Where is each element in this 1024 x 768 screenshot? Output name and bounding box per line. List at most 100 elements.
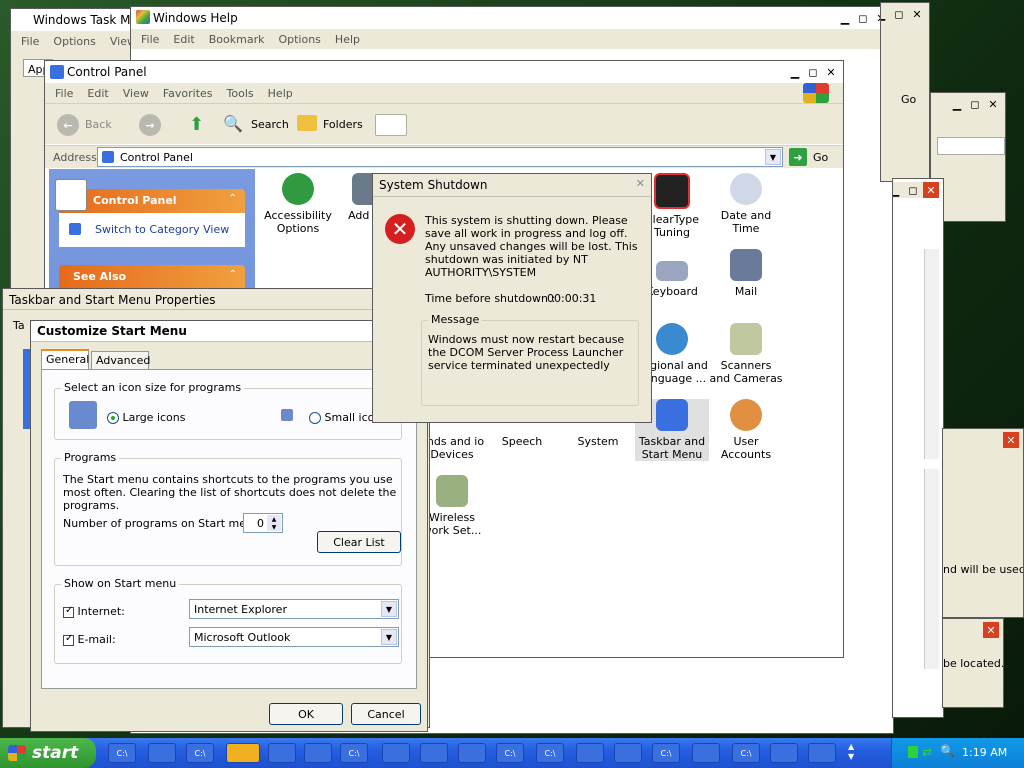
- title-bar[interactable]: System Shutdown ✕: [373, 174, 651, 197]
- address-input[interactable]: Control Panel ▼: [97, 147, 783, 167]
- maximize-icon[interactable]: ◻: [967, 96, 983, 112]
- internet-option[interactable]: ✓ Internet:: [63, 605, 125, 618]
- go-label[interactable]: Go: [901, 93, 916, 106]
- customize-start-menu-dialog[interactable]: Customize Start Menu General Advanced Se…: [30, 320, 428, 732]
- cancel-button[interactable]: Cancel: [351, 703, 421, 725]
- close-icon[interactable]: ✕: [823, 64, 839, 80]
- minimize-icon[interactable]: ▁: [893, 182, 903, 198]
- scrollbar[interactable]: [924, 249, 939, 459]
- maximize-icon[interactable]: ◻: [805, 64, 821, 80]
- close-icon[interactable]: ✕: [1003, 432, 1019, 448]
- start-button[interactable]: start: [0, 738, 96, 768]
- go-icon[interactable]: ➜: [789, 148, 807, 166]
- taskbar-item[interactable]: [614, 743, 642, 763]
- switch-category-view-link[interactable]: Switch to Category View: [95, 223, 229, 236]
- forward-icon[interactable]: →: [139, 114, 161, 136]
- maximize-icon[interactable]: ◻: [855, 10, 871, 26]
- email-option[interactable]: ✓ E-mail:: [63, 633, 116, 646]
- menu-favorites[interactable]: Favorites: [163, 87, 213, 100]
- taskbar-item[interactable]: [808, 743, 836, 763]
- background-window-right-3[interactable]: ▁ ◻ ✕: [892, 178, 944, 718]
- taskbar-item[interactable]: [770, 743, 798, 763]
- email-checkbox[interactable]: ✓: [63, 633, 74, 646]
- stepper-down-icon[interactable]: ▼: [267, 523, 281, 531]
- close-icon[interactable]: ✕: [983, 622, 999, 638]
- menu-view[interactable]: View: [123, 87, 149, 100]
- menu-edit[interactable]: Edit: [87, 87, 108, 100]
- chevron-down-icon[interactable]: ▼: [381, 601, 397, 617]
- background-window-right-5[interactable]: ✕ be located.: [942, 618, 1004, 708]
- taskbar-item[interactable]: [692, 743, 720, 763]
- clock[interactable]: 1:19 AM: [962, 746, 1007, 759]
- menu-bookmark[interactable]: Bookmark: [209, 33, 265, 46]
- maximize-icon[interactable]: ◻: [891, 6, 907, 22]
- collapse-icon[interactable]: ⌃: [229, 193, 237, 204]
- taskbar-item[interactable]: C:\: [652, 743, 680, 763]
- taskbar-item[interactable]: C:\: [340, 743, 368, 763]
- taskbar-item-folder[interactable]: [226, 743, 260, 763]
- search-icon[interactable]: 🔍: [223, 114, 243, 133]
- tab-general[interactable]: General: [41, 349, 89, 369]
- user-accounts-item[interactable]: User Accounts: [709, 399, 783, 461]
- close-icon[interactable]: ✕: [909, 6, 925, 22]
- internet-select[interactable]: Internet Explorer ▼: [189, 599, 399, 619]
- close-icon[interactable]: ✕: [636, 177, 645, 190]
- title-bar[interactable]: Windows Help ▁ ◻ ✕: [131, 7, 893, 30]
- menu-help[interactable]: Help: [268, 87, 293, 100]
- background-window-right-4[interactable]: ✕ nd will be used: [942, 428, 1024, 618]
- scrollbar[interactable]: [924, 469, 939, 669]
- programs-count-stepper[interactable]: 0 ▲ ▼: [243, 513, 283, 533]
- large-icons-option[interactable]: Large icons: [107, 411, 185, 424]
- title-bar[interactable]: Windows Task M: [11, 9, 139, 32]
- system-shutdown-dialog[interactable]: System Shutdown ✕ ✕ This system is shutt…: [372, 173, 652, 423]
- minimize-icon[interactable]: ▁: [881, 6, 889, 22]
- menu-options[interactable]: Options: [278, 33, 320, 46]
- internet-checkbox[interactable]: ✓: [63, 605, 74, 618]
- menu-file[interactable]: File: [141, 33, 159, 46]
- back-icon[interactable]: ←: [57, 114, 79, 136]
- menu-file[interactable]: File: [55, 87, 73, 100]
- background-window-right[interactable]: ▁ ◻ ✕ Go: [880, 2, 930, 182]
- back-button[interactable]: Back: [85, 118, 112, 131]
- small-icons-radio[interactable]: [309, 412, 321, 424]
- menu-file[interactable]: File: [21, 35, 39, 48]
- taskbar-item[interactable]: C:\: [496, 743, 524, 763]
- minimize-icon[interactable]: ▁: [837, 10, 853, 26]
- status-icon[interactable]: [908, 746, 918, 758]
- collapse-icon[interactable]: ⌃: [229, 269, 237, 280]
- search-button[interactable]: Search: [251, 118, 289, 131]
- taskbar-item[interactable]: C:\: [186, 743, 214, 763]
- see-also-section-header[interactable]: See Also ⌃: [59, 265, 245, 289]
- chevron-down-icon[interactable]: ▼: [765, 149, 781, 165]
- minimize-icon[interactable]: ▁: [787, 64, 803, 80]
- small-icons-option[interactable]: Small icon: [309, 411, 381, 424]
- close-icon[interactable]: ✕: [985, 96, 1001, 112]
- ok-button[interactable]: OK: [269, 703, 343, 725]
- stepper-up-icon[interactable]: ▲: [267, 515, 281, 523]
- title-bar[interactable]: Taskbar and Start Menu Properties: [3, 289, 429, 310]
- email-select[interactable]: Microsoft Outlook ▼: [189, 627, 399, 647]
- minimize-icon[interactable]: ▁: [949, 96, 965, 112]
- menu-tools[interactable]: Tools: [227, 87, 254, 100]
- folders-icon[interactable]: [297, 115, 317, 131]
- title-bar[interactable]: Customize Start Menu: [31, 321, 427, 342]
- taskbar-item[interactable]: [458, 743, 486, 763]
- maximize-icon[interactable]: ◻: [905, 182, 921, 198]
- taskbar-item[interactable]: [382, 743, 410, 763]
- up-folder-icon[interactable]: ⬆: [189, 114, 209, 136]
- taskbar-item[interactable]: C:\: [108, 743, 136, 763]
- large-icons-radio[interactable]: [107, 412, 119, 424]
- taskbar-scroll-icon[interactable]: ▲ ▼: [848, 742, 854, 762]
- views-icon[interactable]: [375, 114, 407, 136]
- folders-button[interactable]: Folders: [323, 118, 363, 131]
- date-time-item[interactable]: Date and Time: [709, 173, 783, 235]
- menu-edit[interactable]: Edit: [173, 33, 194, 46]
- menu-help[interactable]: Help: [335, 33, 360, 46]
- taskbar-item[interactable]: [304, 743, 332, 763]
- network-icon[interactable]: ⇄: [922, 745, 932, 759]
- taskbar-item[interactable]: [576, 743, 604, 763]
- taskbar-item[interactable]: C:\: [732, 743, 760, 763]
- taskbar-item[interactable]: [268, 743, 296, 763]
- close-icon[interactable]: ✕: [923, 182, 939, 198]
- chevron-down-icon[interactable]: ▼: [381, 629, 397, 645]
